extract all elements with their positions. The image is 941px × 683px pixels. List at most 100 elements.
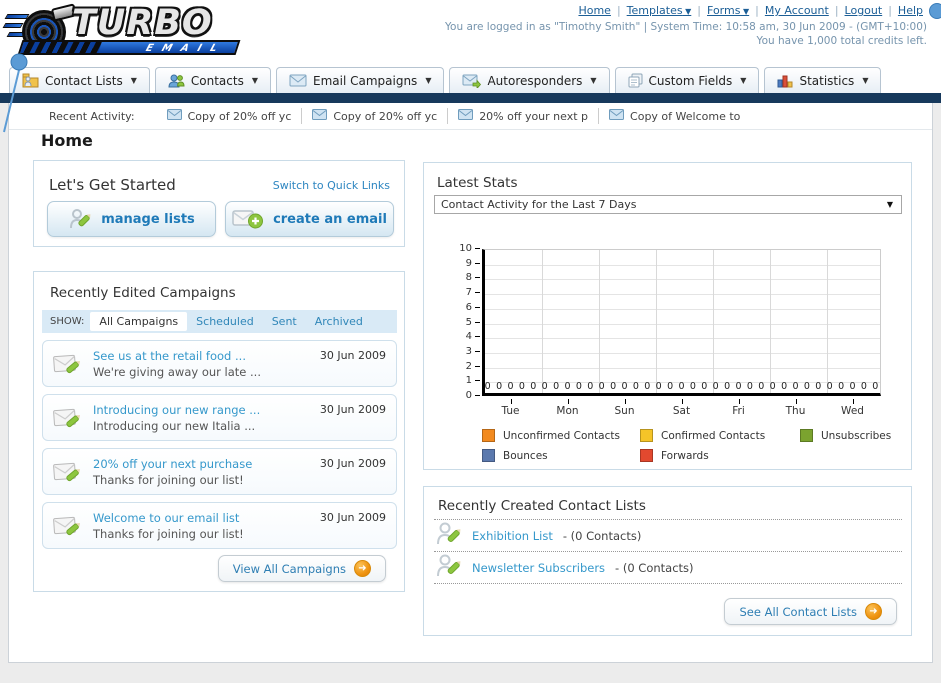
person-pencil-icon bbox=[70, 209, 91, 229]
create-email-button[interactable]: create an email bbox=[225, 201, 394, 237]
gridline bbox=[485, 367, 880, 369]
switch-quick-links-link[interactable]: Switch to Quick Links bbox=[273, 179, 390, 192]
top-link-forms[interactable]: Forms ▼ bbox=[707, 4, 749, 17]
recent-activity-item-label: Copy of Welcome to bbox=[630, 109, 741, 123]
campaign-date: 30 Jun 2009 bbox=[319, 457, 386, 470]
view-all-campaigns-button[interactable]: View All Campaigns ➜ bbox=[217, 555, 386, 582]
top-link-logout[interactable]: Logout bbox=[845, 4, 883, 17]
bar-value-label: 0 bbox=[758, 381, 765, 392]
bar-value-label: 0 bbox=[632, 381, 639, 392]
campaign-item[interactable]: 20% off your next purchase Thanks for joi… bbox=[42, 448, 397, 495]
bar-value-label: 0 bbox=[803, 381, 810, 392]
legend-label: Unconfirmed Contacts bbox=[503, 429, 620, 442]
link-separator: | bbox=[888, 4, 892, 17]
page-footer bbox=[0, 664, 941, 683]
campaign-title-link[interactable]: See us at the retail food ... bbox=[93, 349, 246, 363]
see-all-contact-lists-button[interactable]: See All Contact Lists ➜ bbox=[724, 598, 897, 625]
bar-value-label: 0 bbox=[826, 381, 833, 392]
person-pencil-icon bbox=[436, 521, 462, 551]
tab-contacts[interactable]: Contacts ▼ bbox=[154, 67, 271, 93]
manage-lists-button[interactable]: manage lists bbox=[47, 201, 216, 237]
y-axis-tick bbox=[475, 277, 480, 279]
recent-activity-item[interactable]: Copy of 20% off yc bbox=[302, 108, 449, 124]
contact-list-item[interactable]: Newsletter Subscribers - (0 Contacts) bbox=[434, 552, 902, 583]
recent-activity-item[interactable]: 20% off your next p bbox=[448, 108, 600, 124]
latest-stats-panel: Latest Stats Contact Activity for the La… bbox=[423, 162, 912, 470]
y-axis-tick bbox=[475, 306, 480, 308]
y-axis-tick-label: 7 bbox=[465, 287, 472, 299]
filter-sent[interactable]: Sent bbox=[263, 312, 306, 331]
y-axis-tick-label: 5 bbox=[465, 316, 472, 328]
gridline bbox=[656, 250, 657, 393]
bar-value-label: 0 bbox=[792, 381, 799, 392]
tab-custom-fields[interactable]: Custom Fields ▼ bbox=[614, 67, 760, 93]
bar-value-label: 0 bbox=[655, 381, 662, 392]
link-separator: | bbox=[616, 4, 621, 17]
chevron-down-icon: ▼ bbox=[862, 76, 869, 85]
filter-scheduled[interactable]: Scheduled bbox=[187, 312, 263, 331]
y-axis-tick bbox=[475, 336, 480, 338]
tab-label: Email Campaigns bbox=[313, 73, 418, 88]
contact-list-item[interactable]: Exhibition List - (0 Contacts) bbox=[434, 520, 902, 551]
bar-value-label: 0 bbox=[553, 381, 560, 392]
campaign-title-link[interactable]: Welcome to our email list bbox=[93, 511, 239, 525]
gridline bbox=[542, 250, 543, 393]
bar-value-label: 0 bbox=[575, 381, 582, 392]
create-email-label: create an email bbox=[273, 211, 387, 227]
bar-value-label: 0 bbox=[678, 381, 685, 392]
gridline bbox=[827, 250, 828, 393]
legend-swatch bbox=[640, 449, 653, 462]
bar-value-label: 0 bbox=[610, 381, 617, 392]
legend-swatch bbox=[800, 429, 813, 442]
stats-range-dropdown[interactable]: Contact Activity for the Last 7 Days ▼ bbox=[434, 195, 902, 214]
chevron-down-icon: ▼ bbox=[130, 76, 137, 85]
campaigns-filter-bar: SHOW: All Campaigns Scheduled Sent Archived bbox=[42, 310, 397, 333]
contact-list-name-link[interactable]: Exhibition List bbox=[472, 529, 553, 543]
arrow-right-icon: ➜ bbox=[865, 603, 882, 620]
campaign-title-link[interactable]: 20% off your next purchase bbox=[93, 457, 252, 471]
tab-autoresponders[interactable]: Autoresponders ▼ bbox=[449, 67, 610, 93]
envelope-icon bbox=[166, 109, 182, 123]
y-axis-tick bbox=[475, 365, 480, 367]
legend-label: Forwards bbox=[661, 449, 709, 462]
tab-email-campaigns[interactable]: Email Campaigns ▼ bbox=[276, 67, 445, 93]
x-axis-tick bbox=[510, 399, 512, 404]
annotation-pin-icon bbox=[3, 53, 28, 133]
campaign-subtitle: We're giving away our late ... bbox=[93, 365, 261, 379]
filter-all-campaigns[interactable]: All Campaigns bbox=[90, 312, 188, 331]
campaign-item[interactable]: Welcome to our email list Thanks for join… bbox=[42, 502, 397, 549]
recent-activity-item-label: Copy of 20% off yc bbox=[333, 109, 438, 123]
campaign-date: 30 Jun 2009 bbox=[319, 349, 386, 362]
top-link-templates[interactable]: Templates ▼ bbox=[627, 4, 692, 17]
y-axis-tick-label: 8 bbox=[465, 272, 472, 284]
legend-item: Confirmed Contacts bbox=[640, 429, 800, 442]
legend-item: Unconfirmed Contacts bbox=[482, 429, 640, 442]
recent-activity-item[interactable]: Copy of Welcome to bbox=[599, 108, 750, 124]
x-axis-tick bbox=[852, 399, 854, 404]
recent-activity-item[interactable]: Copy of 20% off yc bbox=[157, 108, 303, 124]
chevron-down-icon: ▼ bbox=[425, 76, 432, 85]
envelope-icon bbox=[312, 109, 328, 123]
bar-value-label: 0 bbox=[746, 381, 753, 392]
legend-item: Unsubscribes bbox=[800, 429, 891, 442]
x-axis-tick bbox=[681, 399, 683, 404]
contact-list-name-link[interactable]: Newsletter Subscribers bbox=[472, 561, 605, 575]
tab-statistics[interactable]: Statistics ▼ bbox=[764, 67, 882, 93]
campaign-item[interactable]: See us at the retail food ... We're givin… bbox=[42, 340, 397, 387]
top-link-my-account[interactable]: My Account bbox=[765, 4, 829, 17]
login-info: You are logged in as "Timothy Smith" | S… bbox=[445, 21, 927, 33]
top-link-home[interactable]: Home bbox=[578, 4, 610, 17]
campaign-title-link[interactable]: Introducing our new range ... bbox=[93, 403, 260, 417]
tab-label: Statistics bbox=[799, 73, 855, 88]
gridline bbox=[599, 250, 600, 393]
top-link-help[interactable]: Help bbox=[898, 4, 923, 17]
campaign-item[interactable]: Introducing our new range ... Introducing… bbox=[42, 394, 397, 441]
bar-value-label: 0 bbox=[507, 381, 514, 392]
bar-value-label: 0 bbox=[769, 381, 776, 392]
campaigns-title: Recently Edited Campaigns bbox=[50, 285, 236, 301]
x-axis-tick bbox=[795, 399, 797, 404]
filter-archived[interactable]: Archived bbox=[306, 312, 372, 331]
top-nav-links: Home | Templates ▼ | Forms ▼ | My Account | Logo… bbox=[574, 4, 927, 17]
recent-activity-bar: Recent Activity: Copy of 20% off yc Copy … bbox=[9, 103, 932, 130]
x-axis-tick-label: Wed bbox=[841, 405, 864, 417]
